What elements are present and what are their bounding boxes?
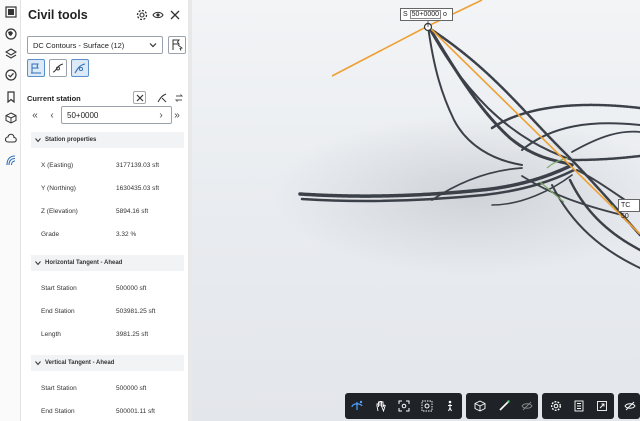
civil-tools-panel: Civil tools DC Contours - Surface (12) C… (21, 0, 191, 421)
property-key: Z (Elevation) (41, 208, 78, 215)
property-row: Length 3981.25 sft (21, 331, 190, 343)
zoom-window-icon[interactable] (421, 400, 433, 412)
tool-alignment-button[interactable] (27, 59, 45, 77)
eye-icon[interactable] (151, 8, 165, 22)
section-station-properties[interactable]: Station properties (31, 132, 184, 148)
select-alignment-button[interactable] (168, 36, 186, 54)
gear-icon[interactable] (135, 8, 149, 22)
station-curve-icon (74, 63, 86, 74)
hide-eye-icon[interactable] (521, 400, 533, 412)
property-value: 3981.25 sft (116, 331, 149, 338)
station-tag[interactable]: S 50+0000 o (400, 8, 453, 21)
civil-tools-icon[interactable] (3, 152, 18, 167)
tc-tag-text: TC 50 (621, 202, 631, 220)
alignment-flag-icon (31, 63, 41, 74)
property-row: X (Easting) 3177139.03 sft (21, 162, 190, 174)
property-key: End Station (41, 408, 75, 415)
model-browser-icon[interactable] (3, 4, 18, 19)
property-value: 500001.11 sft (116, 408, 155, 415)
check-circle-icon[interactable] (3, 67, 18, 82)
left-icon-rail (0, 0, 21, 421)
clear-station-icon[interactable] (133, 91, 146, 104)
close-icon[interactable] (168, 8, 182, 22)
section-cube-icon[interactable] (474, 400, 486, 412)
last-station-icon[interactable]: » (171, 110, 183, 122)
pan-hand-icon[interactable] (375, 400, 387, 412)
property-value: 5894.16 sft (116, 208, 149, 215)
section-title: Station properties (45, 137, 97, 143)
3d-viewport[interactable]: S 50+0000 o TC 50 (192, 0, 640, 421)
interchange-model (272, 0, 640, 275)
next-station-icon[interactable]: › (155, 110, 167, 122)
property-row: Z (Elevation) 5894.16 sft (21, 208, 190, 220)
property-value: 3.32 % (116, 231, 137, 238)
station-tag-prefix: S (403, 11, 408, 18)
section-title: Vertical Tangent - Ahead (45, 360, 115, 366)
box-icon[interactable] (3, 110, 18, 125)
property-row: Start Station 500000 sft (21, 285, 190, 297)
property-key: Y (Northing) (41, 185, 76, 192)
chevron-down-icon (149, 43, 157, 48)
property-row: Grade 3.32 % (21, 231, 190, 243)
pick-station-icon[interactable] (155, 91, 168, 104)
property-value: 500000 sft (116, 285, 147, 292)
measure-icon[interactable] (498, 400, 510, 412)
profile-curve-icon (52, 63, 64, 73)
property-key: X (Easting) (41, 162, 74, 169)
properties-panel-icon[interactable] (573, 400, 585, 412)
section-horizontal-tangent[interactable]: Horizontal Tangent - Ahead (31, 255, 184, 271)
property-row: End Station 503981.25 sft (21, 308, 190, 320)
first-station-icon[interactable]: « (29, 110, 41, 122)
settings-gear-icon[interactable] (550, 400, 562, 412)
surface-select[interactable]: DC Contours - Surface (12) (27, 36, 163, 54)
bookmark-icon[interactable] (3, 89, 18, 104)
tc-tag[interactable]: TC 50 (618, 199, 640, 220)
property-value: 503981.25 sft (116, 308, 156, 315)
property-value: 3177139.03 sft (116, 162, 160, 169)
property-row: Start Station 500000 sft (21, 385, 190, 397)
layers-icon[interactable] (3, 46, 18, 61)
property-value: 500000 sft (116, 385, 147, 392)
tool-station-button[interactable] (71, 59, 89, 77)
chevron-down-icon (35, 361, 41, 366)
station-tag-value: 50+0000 (409, 10, 442, 19)
orbit-icon[interactable] (351, 400, 363, 412)
chevron-down-icon (35, 138, 41, 143)
chevron-down-icon (35, 261, 41, 266)
property-key: Start Station (41, 285, 77, 292)
section-title: Horizontal Tangent - Ahead (45, 260, 123, 266)
tool-profile-button[interactable] (49, 59, 67, 77)
station-input-value: 50+0000 (67, 111, 99, 120)
property-key: Grade (41, 231, 60, 238)
panel-title: Civil tools (28, 8, 88, 22)
property-key: End Station (41, 308, 75, 315)
previous-station-icon[interactable]: ‹ (46, 110, 58, 122)
swap-icon[interactable] (172, 91, 185, 104)
property-key: Start Station (41, 385, 77, 392)
current-station-label: Current station (27, 94, 81, 103)
station-tag-suffix: o (443, 11, 447, 18)
property-row: End Station 500001.11 sft (21, 408, 190, 420)
surface-select-value: DC Contours - Surface (12) (33, 41, 125, 50)
property-value: 1630435.03 sft (116, 185, 160, 192)
globe-icon[interactable] (3, 26, 18, 41)
section-vertical-tangent[interactable]: Vertical Tangent - Ahead (31, 355, 184, 371)
fullscreen-icon[interactable] (596, 400, 608, 412)
walk-person-icon[interactable] (444, 400, 456, 412)
flag-cursor-icon (172, 39, 183, 51)
property-key: Length (41, 331, 61, 338)
visibility-off-icon[interactable] (624, 400, 636, 412)
cloud-icon[interactable] (3, 131, 18, 146)
zoom-icon[interactable] (398, 400, 410, 412)
property-row: Y (Northing) 1630435.03 sft (21, 185, 190, 197)
